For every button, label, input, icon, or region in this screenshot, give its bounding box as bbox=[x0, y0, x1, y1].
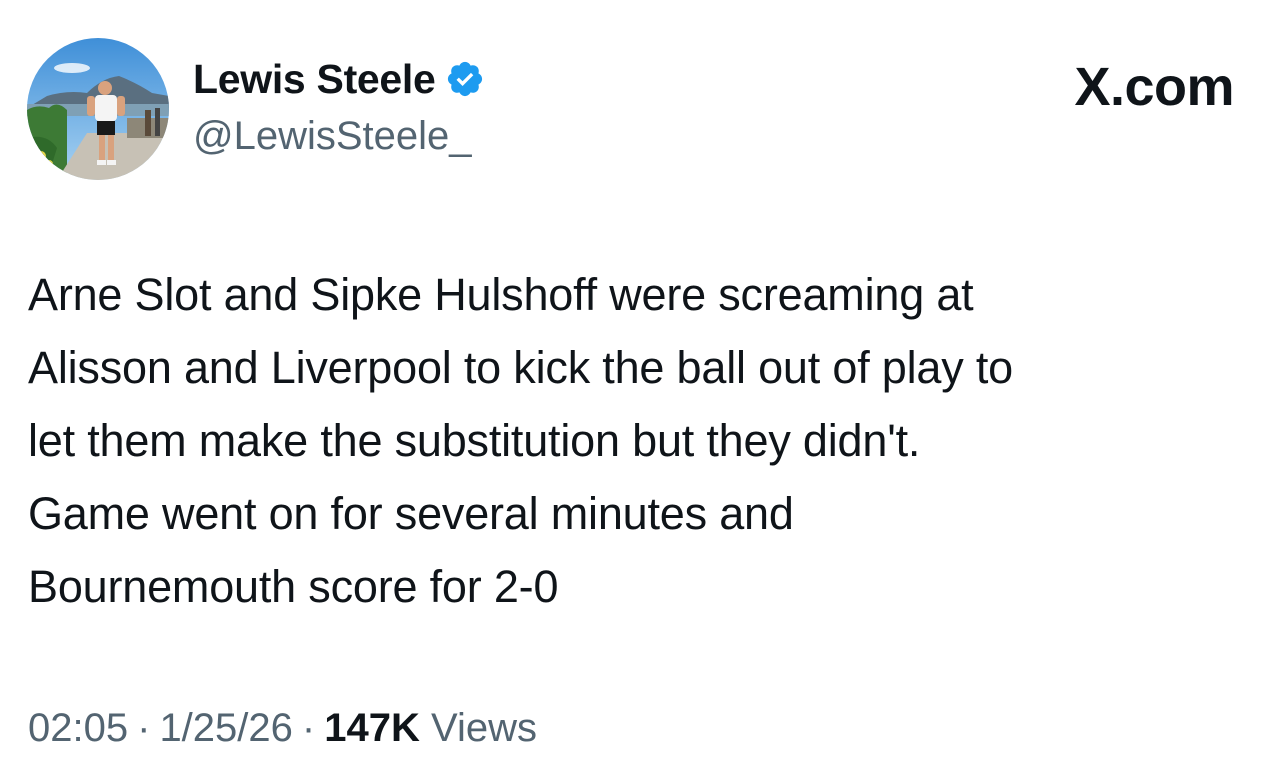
tweet-text: Arne Slot and Sipke Hulshoff were scream… bbox=[28, 258, 1258, 623]
author-display-name[interactable]: Lewis Steele bbox=[193, 55, 436, 103]
avatar[interactable] bbox=[27, 38, 169, 180]
author-handle[interactable]: @LewisSteele_ bbox=[193, 112, 472, 160]
verified-badge-icon bbox=[447, 61, 482, 97]
tweet-text-line: Arne Slot and Sipke Hulshoff were scream… bbox=[28, 269, 974, 320]
avatar-photo bbox=[27, 38, 169, 180]
brand-label: X.com bbox=[1074, 57, 1234, 117]
tweet-time[interactable]: 02:05 bbox=[28, 706, 128, 750]
author-name-row[interactable]: Lewis Steele bbox=[193, 55, 485, 103]
views-count[interactable]: 147K bbox=[324, 706, 420, 750]
meta-separator: · bbox=[137, 706, 151, 750]
tweet-date[interactable]: 1/25/26 bbox=[159, 706, 292, 750]
tweet-meta: 02:05 · 1/25/26 · 147K Views bbox=[28, 700, 537, 756]
tweet-text-line: Bournemouth score for 2-0 bbox=[28, 561, 559, 612]
views-label[interactable]: Views bbox=[431, 706, 537, 750]
meta-separator: · bbox=[301, 706, 316, 750]
tweet-text-line: Alisson and Liverpool to kick the ball o… bbox=[28, 342, 1013, 393]
tweet-text-line: Game went on for several minutes and bbox=[28, 488, 794, 539]
tweet-text-line: let them make the substitution but they … bbox=[28, 415, 921, 466]
